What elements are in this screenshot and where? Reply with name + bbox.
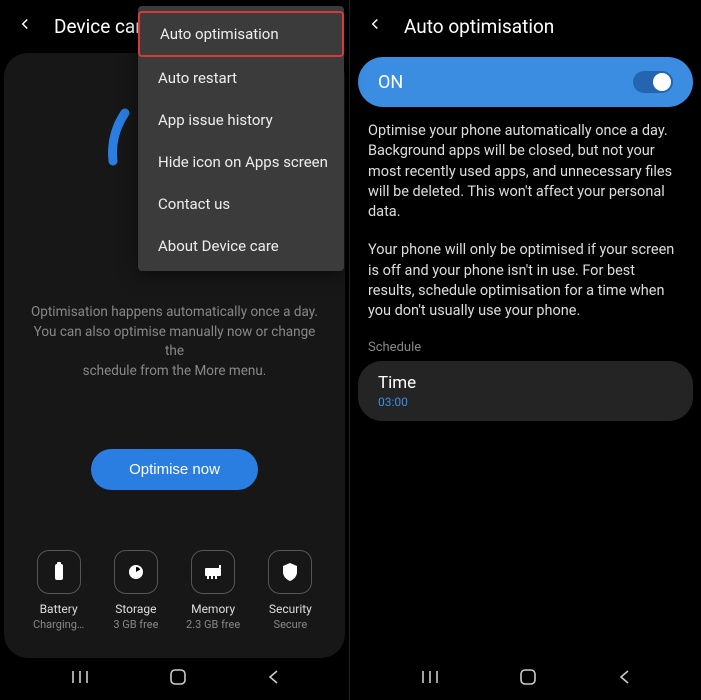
menu-auto-restart[interactable]: Auto restart xyxy=(138,57,344,99)
storage-icon xyxy=(114,550,158,594)
home-icon[interactable] xyxy=(519,668,537,690)
nav-back-icon[interactable] xyxy=(617,668,631,690)
menu-contact-us[interactable]: Contact us xyxy=(138,183,344,225)
time-label: Time xyxy=(378,373,673,393)
menu-app-issue-history[interactable]: App issue history xyxy=(138,99,344,141)
schedule-section-label: Schedule xyxy=(350,340,701,361)
navbar-left xyxy=(0,658,349,700)
description-1: Optimise your phone automatically once a… xyxy=(350,121,701,240)
switch-icon[interactable] xyxy=(633,71,673,93)
page-title-right: Auto optimisation xyxy=(404,15,554,38)
home-icon[interactable] xyxy=(169,668,187,690)
security-icon xyxy=(268,550,312,594)
battery-icon xyxy=(37,550,81,594)
stat-storage[interactable]: Storage 3 GB free xyxy=(97,550,174,631)
stat-memory[interactable]: Memory 2.3 GB free xyxy=(175,550,252,631)
header-right: Auto optimisation xyxy=(350,0,701,53)
auto-optimisation-toggle[interactable]: ON xyxy=(358,57,693,107)
navbar-right xyxy=(350,658,701,700)
back-icon[interactable] xyxy=(366,14,384,39)
optimisation-description: Optimisation happens automatically once … xyxy=(16,303,333,381)
optimise-now-button[interactable]: Optimise now xyxy=(91,449,258,490)
description-2: Your phone will only be optimised if you… xyxy=(350,240,701,339)
menu-hide-icon[interactable]: Hide icon on Apps screen xyxy=(138,141,344,183)
page-title-left: Device care xyxy=(54,15,152,38)
stat-security[interactable]: Security Secure xyxy=(252,550,329,631)
back-icon[interactable] xyxy=(16,14,34,39)
toggle-label: ON xyxy=(378,72,403,93)
memory-icon xyxy=(191,550,235,594)
recents-icon[interactable] xyxy=(420,667,440,691)
nav-back-icon[interactable] xyxy=(266,668,280,690)
menu-about[interactable]: About Device care xyxy=(138,225,344,267)
stat-battery[interactable]: Battery Charging… xyxy=(20,550,97,631)
stats-row: Battery Charging… Storage 3 GB free Memo… xyxy=(16,550,333,631)
schedule-time-row[interactable]: Time 03:00 xyxy=(358,361,693,421)
menu-auto-optimisation[interactable]: Auto optimisation xyxy=(138,11,344,57)
more-menu: Auto optimisation Auto restart App issue… xyxy=(138,6,344,271)
time-value: 03:00 xyxy=(378,395,673,409)
recents-icon[interactable] xyxy=(70,667,90,691)
